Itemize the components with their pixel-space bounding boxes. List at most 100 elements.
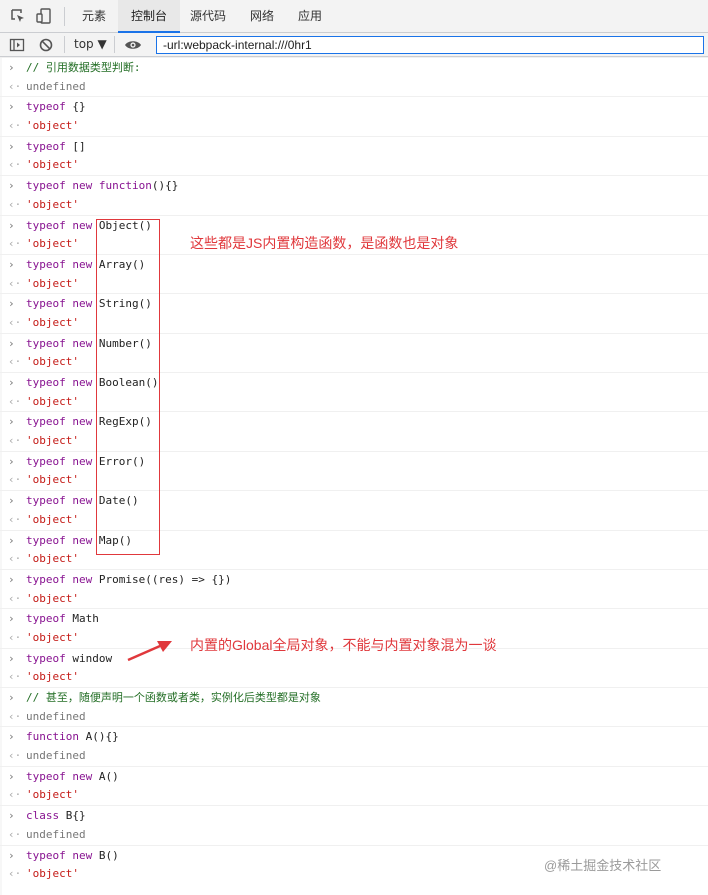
chevron-right-icon: › (8, 848, 15, 862)
chevron-right-icon: › (8, 730, 15, 744)
console-line-text: typeof new function(){} (26, 179, 179, 193)
tab-console[interactable]: 控制台 (118, 0, 180, 33)
tab-network[interactable]: 网络 (240, 0, 284, 33)
console-line-text: typeof Math (26, 612, 99, 626)
console-line-text: undefined (26, 79, 86, 93)
console-line-text: 'object' (26, 788, 79, 802)
console-input-line: › // 甚至，随便声明一个函数或者类，实例化后类型都是对象 (0, 687, 708, 707)
chevron-right-icon: › (8, 376, 15, 389)
console-line-text: 'object' (26, 630, 79, 644)
chevron-right-icon: › (8, 415, 15, 429)
console-line-text: 'object' (26, 355, 79, 369)
console-line-text: 'object' (26, 315, 79, 329)
console-line-text: typeof window (26, 651, 113, 665)
console-line-text: typeof {} (26, 100, 86, 114)
return-arrow-icon: ‹· (8, 355, 22, 369)
console-line-text: undefined (26, 827, 86, 841)
tab-sources[interactable]: 源代码 (182, 0, 234, 33)
console-line-text: 'object' (26, 591, 79, 605)
return-arrow-icon: ‹· (8, 158, 22, 172)
pointer-arrow-icon (127, 641, 172, 662)
return-arrow-icon: ‹· (8, 315, 22, 329)
console-line-text: undefined (26, 749, 86, 763)
filter-input[interactable]: -url:webpack-internal:///0hr1 (156, 36, 704, 54)
global-annotation: 内置的Global全局对象，不能与内置对象混为一谈 (190, 637, 497, 653)
return-arrow-icon: ‹· (8, 79, 22, 93)
console-line-text: 'object' (26, 394, 79, 408)
watermark: @稀土掘金技术社区 (544, 858, 662, 873)
console-line-text: function A(){} (26, 730, 119, 744)
chevron-right-icon: › (8, 769, 15, 783)
context-selector[interactable]: top ▼ (74, 37, 107, 51)
chevron-right-icon: › (8, 572, 15, 586)
console-input-line: › // 引用数据类型判断: (0, 57, 708, 77)
chevron-right-icon: › (8, 651, 15, 665)
console-input-line: › typeof new Promise((res) => {}) (0, 568, 708, 589)
chevron-right-icon: › (8, 257, 15, 271)
console-input-line: › class B{} (0, 805, 708, 825)
console-line-text: 'object' (26, 512, 79, 526)
return-arrow-icon: ‹· (8, 394, 22, 408)
console-output-line: ‹· 'object' (0, 589, 708, 609)
chevron-right-icon: › (8, 691, 15, 704)
return-arrow-icon: ‹· (8, 552, 22, 566)
console-line-text: 'object' (26, 670, 79, 684)
constructor-annotation: 这些都是JS内置构造函数，是函数也是对象 (190, 235, 459, 251)
constructor-highlight-box (96, 219, 160, 555)
console-line-text: typeof [] (26, 139, 86, 153)
chevron-right-icon: › (8, 139, 15, 153)
console-input-line: › typeof Math (0, 608, 708, 628)
console-input-line: › function A(){} (0, 726, 708, 746)
chevron-right-icon: › (8, 218, 15, 232)
return-arrow-icon: ‹· (8, 788, 22, 802)
console-output-line: ‹· 'object' (0, 116, 708, 136)
console-toolbar: top ▼ -url:webpack-internal:///0hr1 (0, 33, 708, 57)
console-input-line: › typeof new function(){} (0, 175, 708, 195)
console-line-text: // 引用数据类型判断: (26, 61, 141, 74)
chevron-right-icon: › (8, 612, 15, 626)
chevron-right-icon: › (8, 533, 15, 547)
console-line-text: 'object' (26, 867, 79, 881)
devtools-tabbar: 元素 控制台 源代码 网络 应用 (0, 0, 708, 33)
device-toggle-icon[interactable] (36, 8, 52, 24)
return-arrow-icon: ‹· (8, 434, 22, 448)
console-input-line: › typeof new A() (0, 765, 708, 786)
return-arrow-icon: ‹· (8, 591, 22, 605)
inspect-icon[interactable] (10, 8, 26, 24)
console-input-line: › typeof {} (0, 96, 708, 116)
clear-console-icon[interactable] (38, 37, 54, 53)
console-line-text: // 甚至，随便声明一个函数或者类，实例化后类型都是对象 (26, 691, 321, 704)
return-arrow-icon: ‹· (8, 512, 22, 526)
console-output-line: ‹· 'object' (0, 195, 708, 215)
return-arrow-icon: ‹· (8, 867, 22, 881)
console-line-text: typeof new Promise((res) => {}) (26, 572, 232, 586)
return-arrow-icon: ‹· (8, 197, 22, 211)
console-output-line: ‹· 'object' (0, 667, 708, 687)
chevron-right-icon: › (8, 336, 15, 350)
chevron-right-icon: › (8, 179, 15, 193)
console-line-text: 'object' (26, 434, 79, 448)
console-line-text: 'object' (26, 552, 79, 566)
return-arrow-icon: ‹· (8, 630, 22, 644)
tab-elements[interactable]: 元素 (72, 0, 116, 33)
console-line-text: 'object' (26, 197, 79, 211)
chevron-right-icon: › (8, 297, 15, 311)
console-input-line: › typeof [] (0, 135, 708, 156)
console-line-text: class B{} (26, 809, 86, 823)
chevron-right-icon: › (8, 809, 15, 823)
console-output-line: ‹· 'object' (0, 155, 708, 175)
console-line-text: typeof new B() (26, 848, 119, 862)
console-output-line: ‹· undefined (0, 825, 708, 845)
console-output-line: ‹· undefined (0, 746, 708, 766)
chevron-right-icon: › (8, 454, 15, 468)
tab-application[interactable]: 应用 (288, 0, 332, 33)
return-arrow-icon: ‹· (8, 670, 22, 684)
console-line-text: 'object' (26, 276, 79, 290)
chevron-right-icon: › (8, 494, 15, 508)
return-arrow-icon: ‹· (8, 473, 22, 487)
console-line-text: 'object' (26, 158, 79, 172)
console-output-line: ‹· 'object' (0, 785, 708, 805)
return-arrow-icon: ‹· (8, 119, 22, 133)
sidebar-toggle-icon[interactable] (9, 37, 25, 53)
live-expression-icon[interactable] (124, 38, 142, 52)
